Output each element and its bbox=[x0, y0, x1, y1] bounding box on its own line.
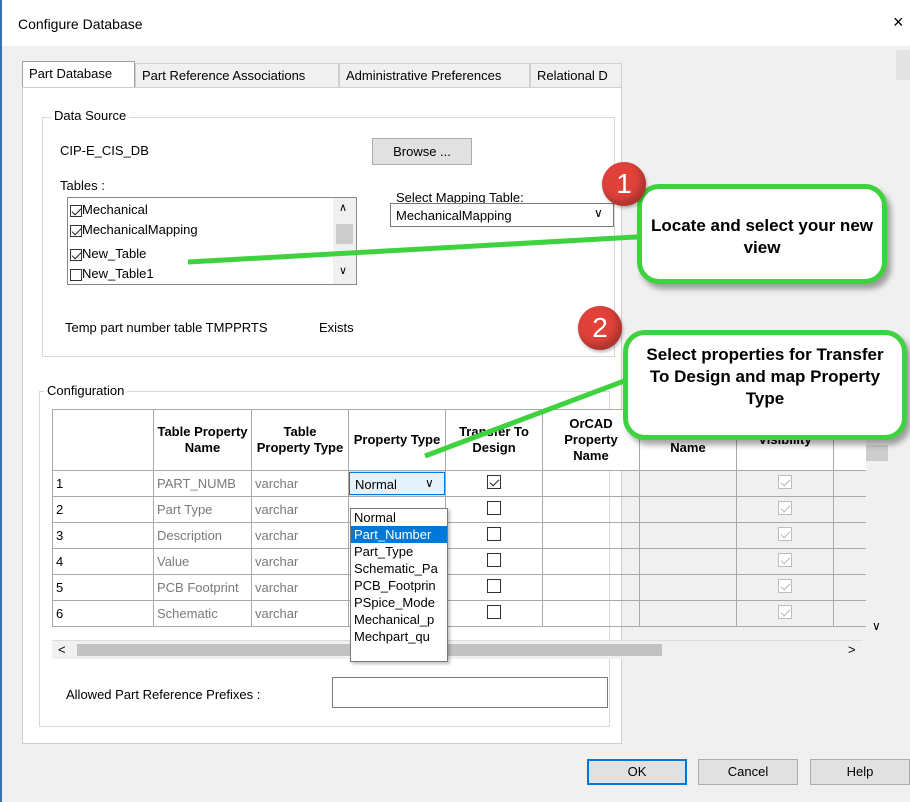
arrow-1 bbox=[187, 233, 656, 265]
step-badge-2: 2 bbox=[578, 306, 622, 350]
callout-1-text: Locate and select your new view bbox=[650, 216, 873, 257]
arrow-2 bbox=[424, 372, 641, 459]
configure-database-dialog: Configure Database × Part Database Part … bbox=[0, 0, 910, 802]
callout-2: Select properties for Transfer To Design… bbox=[623, 330, 907, 440]
callout-1: Locate and select your new view bbox=[637, 184, 887, 284]
callout-2-text: Select properties for Transfer To Design… bbox=[646, 345, 884, 408]
step-badge-1: 1 bbox=[602, 162, 646, 206]
